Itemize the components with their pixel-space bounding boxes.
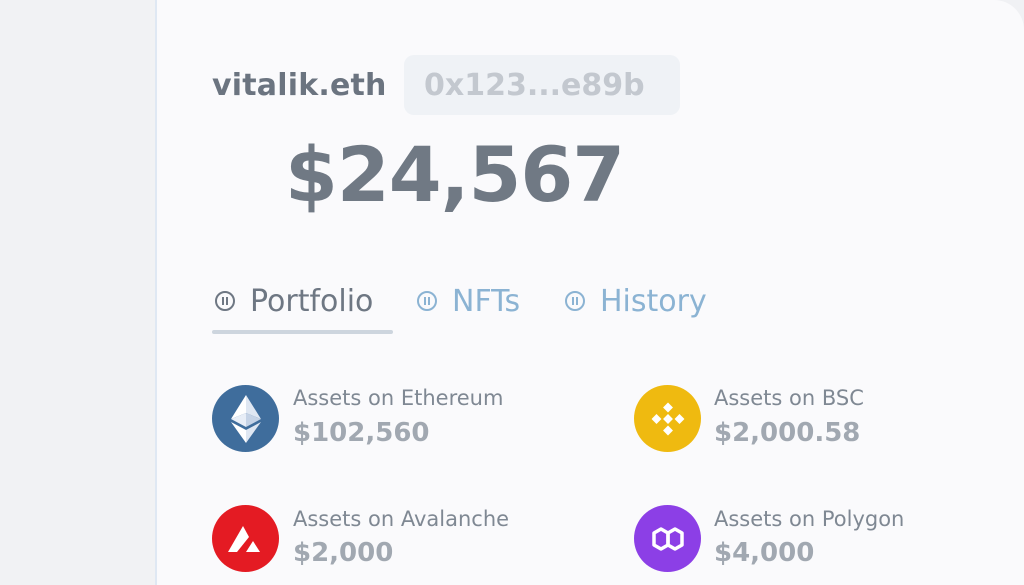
tab-nfts[interactable]: NFTs: [417, 281, 520, 321]
sidebar: [0, 0, 155, 585]
asset-label: Assets on BSC: [714, 386, 864, 410]
wallet-address[interactable]: 0x123...e89b: [424, 68, 645, 103]
pause-circle-icon: [417, 291, 437, 311]
asset-value: $4,000: [714, 538, 815, 568]
active-tab-indicator: [212, 330, 393, 334]
pause-circle-icon: [215, 291, 235, 311]
asset-label: Assets on Polygon: [714, 507, 905, 531]
bnb-icon: [634, 385, 701, 452]
tab-label: Portfolio: [250, 283, 374, 319]
asset-value: $2,000: [293, 538, 394, 568]
tab-history[interactable]: History: [565, 281, 707, 321]
pause-circle-icon: [565, 291, 585, 311]
asset-value: $2,000.58: [714, 418, 861, 448]
tab-portfolio[interactable]: Portfolio: [215, 281, 373, 321]
asset-label: Assets on Avalanche: [293, 507, 510, 531]
ethereum-icon: [212, 385, 279, 452]
ens-name: vitalik.eth: [212, 68, 387, 103]
asset-value: $102,560: [293, 418, 430, 448]
avalanche-icon: [212, 505, 279, 572]
total-balance: $24,567: [285, 130, 625, 219]
polygon-icon: [634, 505, 701, 572]
asset-label: Assets on Ethereum: [293, 386, 504, 410]
tab-label: History: [600, 283, 707, 319]
tab-label: NFTs: [452, 283, 521, 319]
